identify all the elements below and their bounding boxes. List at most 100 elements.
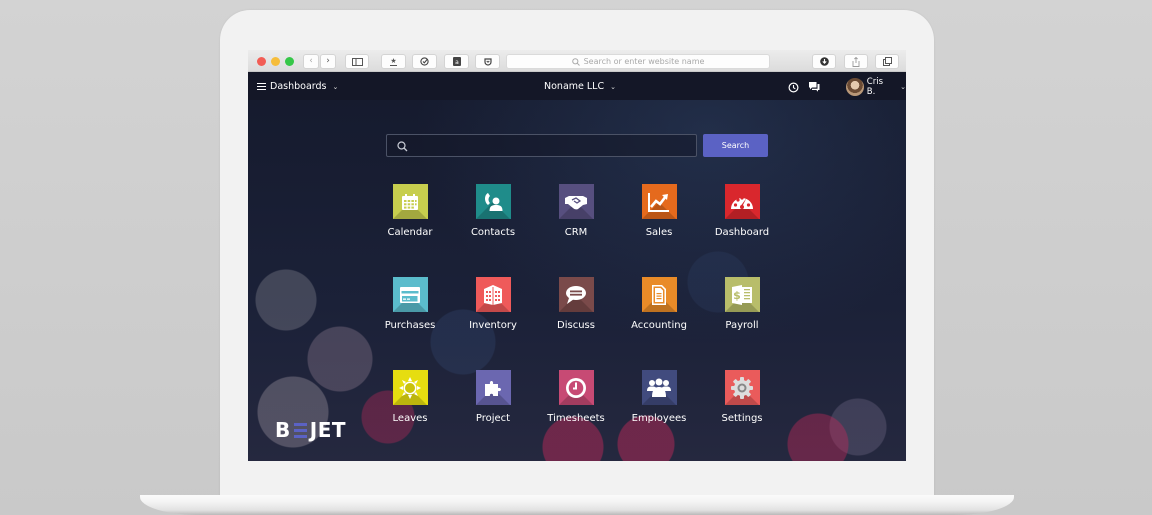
messages-icon[interactable] xyxy=(808,82,820,92)
app-icon-tile xyxy=(641,370,677,405)
svg-text:a: a xyxy=(455,59,459,66)
app-inventory[interactable]: Inventory xyxy=(457,277,529,347)
app-icon-tile xyxy=(475,370,511,405)
speech-bubble-icon xyxy=(566,285,586,304)
company-name: Noname LLC xyxy=(544,81,605,92)
app-settings[interactable]: Settings xyxy=(706,370,778,440)
bookmark-icon: ★ xyxy=(390,56,397,66)
app-payroll[interactable]: $ Payroll xyxy=(706,277,778,347)
app-icon-tile xyxy=(392,184,428,219)
extension-button[interactable]: a xyxy=(444,54,469,69)
user-name[interactable]: Cris B. xyxy=(867,77,894,97)
app-label: Discuss xyxy=(557,320,595,331)
svg-text:$: $ xyxy=(733,289,741,302)
forward-button[interactable]: › xyxy=(320,54,336,69)
app-label: Leaves xyxy=(392,413,428,424)
search-bar: Search xyxy=(386,134,768,157)
share-button[interactable] xyxy=(844,54,868,69)
extension-icon: a xyxy=(452,57,461,66)
company-switcher[interactable]: Noname LLC ⌄ xyxy=(544,81,616,92)
user-avatar[interactable] xyxy=(845,78,864,96)
clock-icon xyxy=(566,377,586,398)
app-employees[interactable]: Employees xyxy=(623,370,695,440)
app-icon-tile xyxy=(724,370,760,405)
dashboards-menu[interactable]: Dashboards ⌄ xyxy=(257,81,338,92)
maximize-window-button[interactable] xyxy=(285,57,294,66)
app-label: CRM xyxy=(564,227,588,238)
search-icon xyxy=(397,141,408,152)
tabs-button[interactable] xyxy=(875,54,899,69)
download-button[interactable] xyxy=(812,54,836,69)
sun-icon xyxy=(399,376,421,399)
app-dashboard[interactable]: Dashboard xyxy=(706,184,778,254)
calendar-icon xyxy=(402,193,418,210)
app-label: Payroll xyxy=(725,320,759,331)
app-accounting[interactable]: Accounting xyxy=(623,277,695,347)
app-area: Dashboards ⌄ Noname LLC ⌄ Cris B. ⌄ Sear… xyxy=(248,72,906,461)
app-icon-tile xyxy=(641,184,677,219)
app-crm[interactable]: CRM xyxy=(540,184,612,254)
app-contacts[interactable]: Contacts xyxy=(457,184,529,254)
app-label: Dashboard xyxy=(714,227,770,238)
search-icon xyxy=(571,57,580,66)
url-placeholder: Search or enter website name xyxy=(583,57,705,66)
app-label: Accounting xyxy=(631,320,687,331)
check-icon xyxy=(420,57,429,66)
app-icon-tile xyxy=(558,184,594,219)
app-label: Calendar xyxy=(387,227,433,238)
app-icon-tile xyxy=(641,277,677,312)
app-label: Timesheets xyxy=(547,413,605,424)
logo-e-mark xyxy=(293,422,307,438)
sidebar-icon xyxy=(351,57,363,66)
logo-text-left: B xyxy=(275,418,291,442)
minimize-window-button[interactable] xyxy=(271,57,280,66)
app-project[interactable]: Project xyxy=(457,370,529,440)
dashboards-label: Dashboards xyxy=(270,81,327,92)
app-label: Project xyxy=(475,413,511,424)
top-navbar: Dashboards ⌄ Noname LLC ⌄ Cris B. ⌄ xyxy=(248,72,906,100)
laptop-base xyxy=(140,495,1014,515)
app-sales[interactable]: Sales xyxy=(623,184,695,254)
back-button[interactable]: ‹ xyxy=(303,54,319,69)
puzzle-icon xyxy=(485,380,501,396)
chevron-down-icon[interactable]: ⌄ xyxy=(900,83,906,91)
app-icon-tile xyxy=(392,370,428,405)
activity-clock-icon[interactable] xyxy=(788,82,799,93)
chevron-down-icon: ⌄ xyxy=(610,82,616,91)
app-purchases[interactable]: Purchases xyxy=(374,277,446,347)
app-discuss[interactable]: Discuss xyxy=(540,277,612,347)
app-search-input[interactable] xyxy=(386,134,697,157)
close-window-button[interactable] xyxy=(257,57,266,66)
gauge-icon xyxy=(731,195,753,209)
sidebar-button[interactable] xyxy=(345,54,369,69)
forward-icon: › xyxy=(326,56,330,66)
app-calendar[interactable]: Calendar xyxy=(374,184,446,254)
bookmark-button[interactable]: ★ xyxy=(381,54,406,69)
check-button[interactable] xyxy=(412,54,437,69)
handshake-icon xyxy=(565,195,587,209)
pocket-button[interactable] xyxy=(475,54,500,69)
document-icon xyxy=(652,284,666,305)
bejet-logo: B JET xyxy=(275,418,346,442)
app-leaves[interactable]: Leaves xyxy=(374,370,446,440)
app-icon-tile xyxy=(392,277,428,312)
app-label: Employees xyxy=(631,413,687,424)
back-icon: ‹ xyxy=(309,56,313,66)
app-timesheets[interactable]: Timesheets xyxy=(540,370,612,440)
app-label: Inventory xyxy=(469,320,517,331)
search-button[interactable]: Search xyxy=(703,134,768,157)
app-icon-tile: $ xyxy=(724,277,760,312)
logo-text-right: JET xyxy=(309,418,346,442)
hamburger-icon xyxy=(257,82,266,91)
app-icon-tile xyxy=(558,370,594,405)
gear-icon xyxy=(731,376,753,399)
pocket-icon xyxy=(483,57,492,66)
app-label: Sales xyxy=(645,227,673,238)
app-icon-tile xyxy=(475,277,511,312)
url-bar[interactable]: Search or enter website name xyxy=(506,54,770,69)
app-label: Settings xyxy=(721,413,763,424)
app-icon-tile xyxy=(475,184,511,219)
app-icon-tile xyxy=(724,184,760,219)
chevron-down-icon: ⌄ xyxy=(332,82,339,91)
browser-window: ‹ › ★ a Search or enter website name Das… xyxy=(248,50,906,461)
